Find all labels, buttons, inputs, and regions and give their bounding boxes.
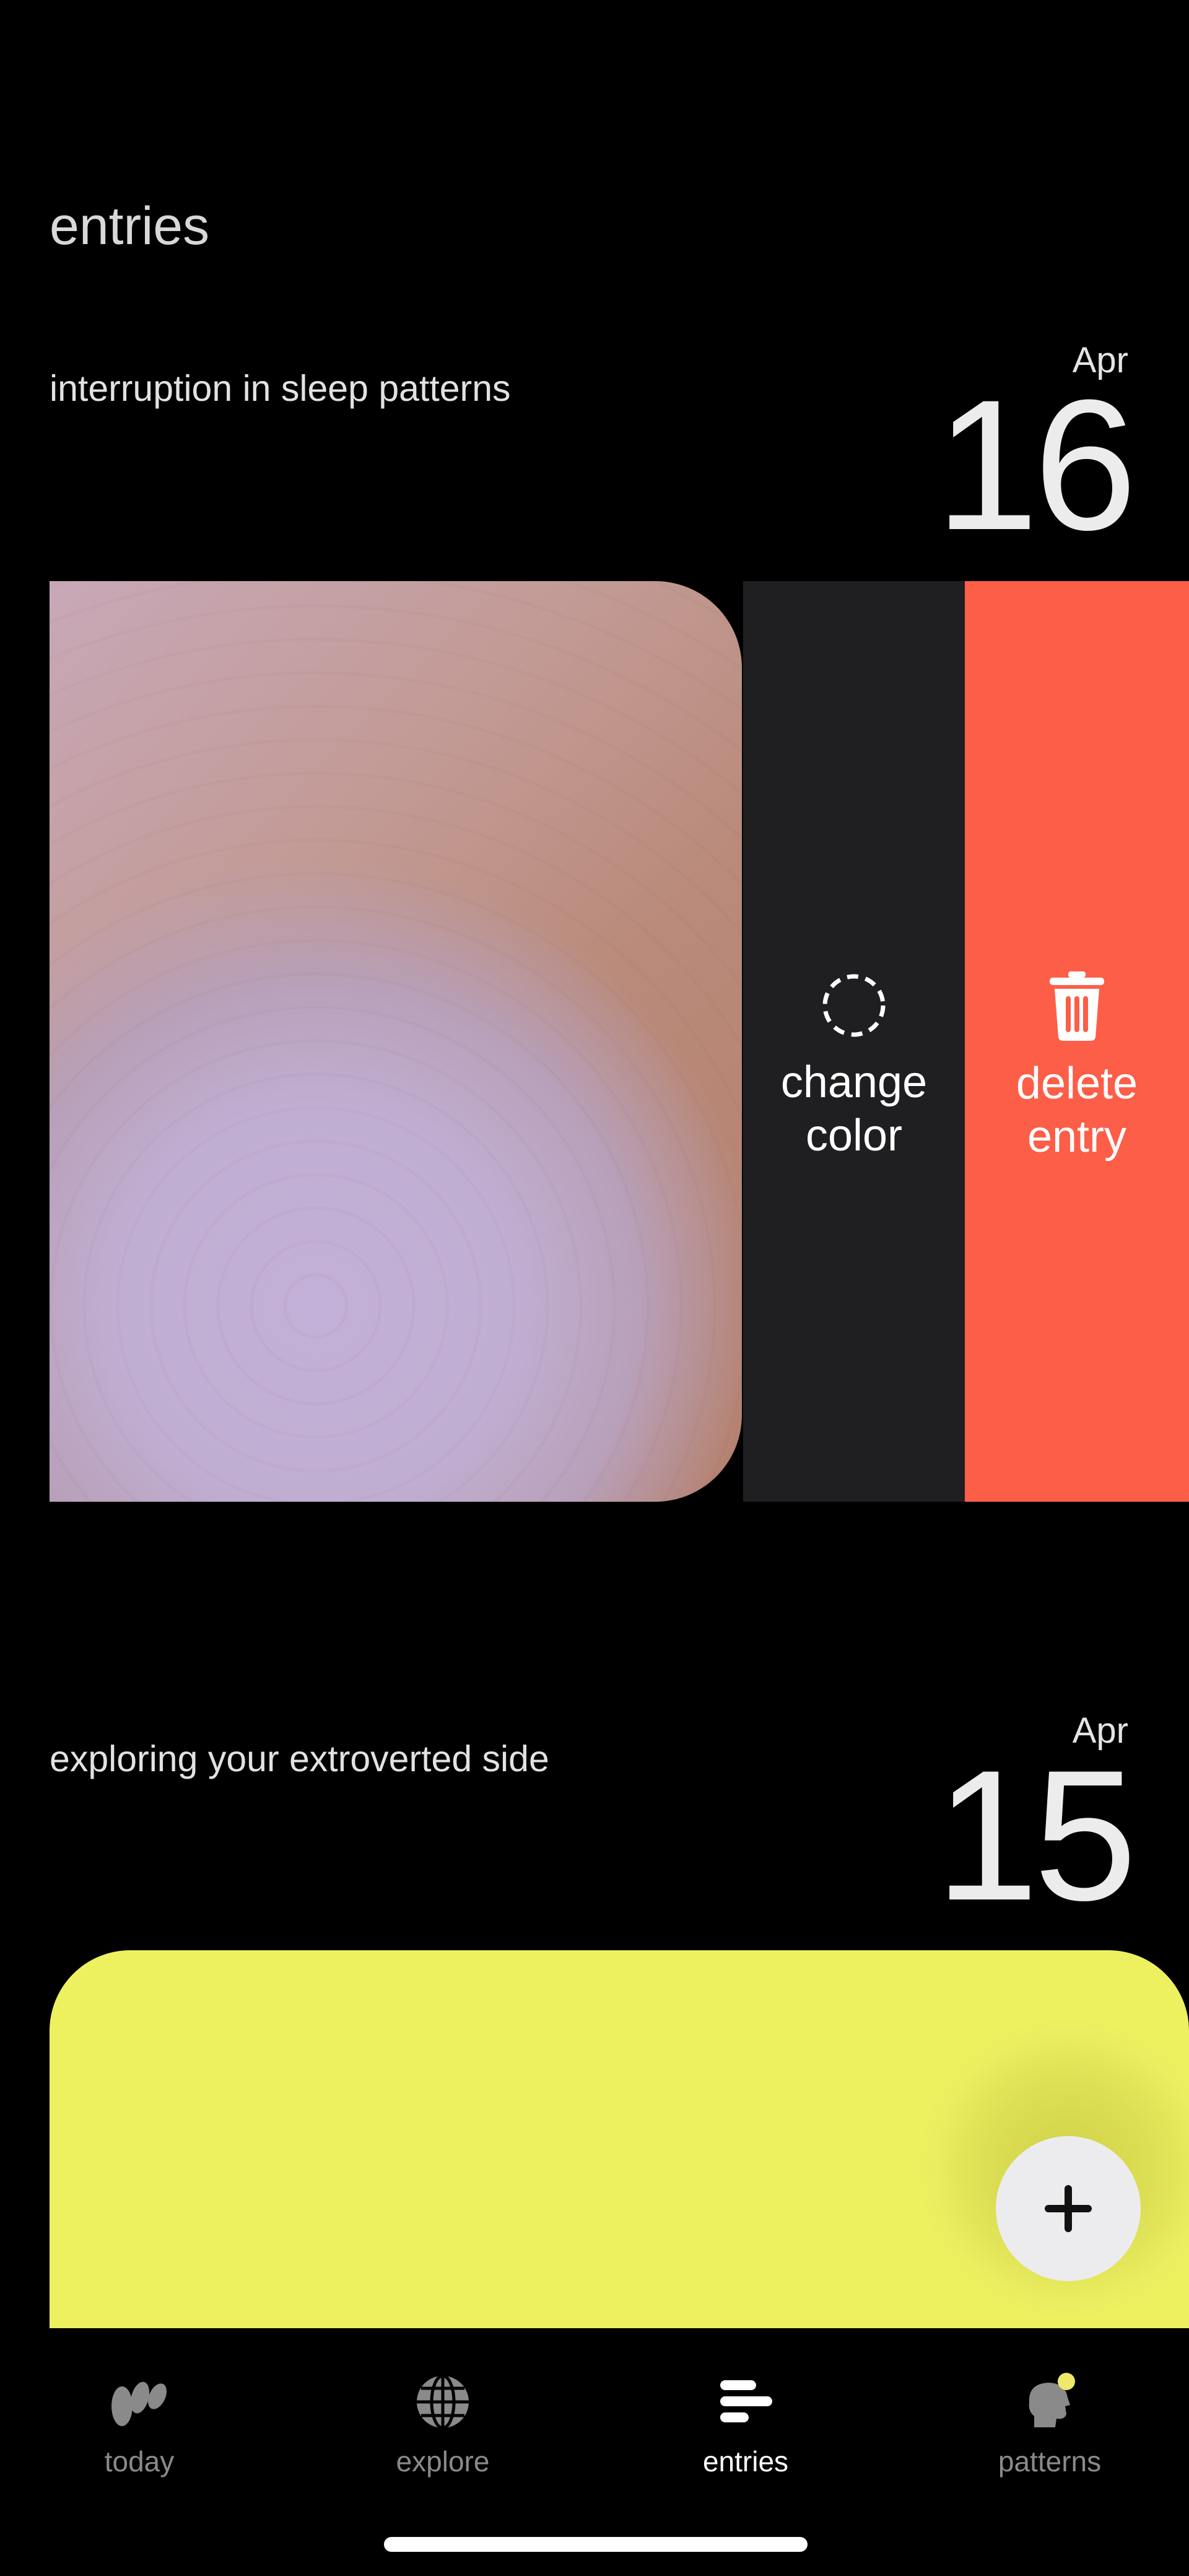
entry-card[interactable] [50,581,742,1502]
delete-entry-label-1: delete [1016,1059,1138,1108]
tab-label: entries [702,2445,789,2477]
change-color-label-2: color [805,1111,903,1160]
entry-card-texture [50,581,742,1502]
entry-date-day: 15 [935,1731,1137,1939]
page-title: entries [50,196,210,256]
entry-title[interactable]: exploring your extroverted side [50,1741,549,1777]
plus-icon [1045,2185,1092,2232]
patterns-head-icon [1029,2373,1075,2427]
tab-patterns[interactable]: patterns [957,2368,1143,2478]
tab-explore[interactable]: explore [350,2368,536,2478]
change-color-button[interactable]: change color [743,581,965,1502]
entry-date-day: 16 [935,361,1137,569]
today-logo-icon [111,2381,167,2426]
change-color-label-1: change [780,1058,928,1107]
tab-label: patterns [998,2445,1102,2477]
tab-today[interactable]: today [46,2368,232,2478]
entry-title[interactable]: interruption in sleep patterns [50,370,511,407]
delete-entry-label-2: entry [1027,1112,1127,1162]
add-entry-button[interactable] [996,2136,1141,2281]
entries-lines-icon [720,2380,772,2422]
tab-entries[interactable]: entries [653,2368,838,2478]
trash-icon [1050,971,1104,1041]
tab-label: explore [396,2445,490,2477]
dashed-circle-icon [822,974,886,1037]
tab-label: today [104,2445,175,2477]
globe-icon [417,2374,469,2430]
delete-entry-button[interactable]: delete entry [965,581,1189,1502]
home-indicator[interactable] [384,2537,808,2552]
